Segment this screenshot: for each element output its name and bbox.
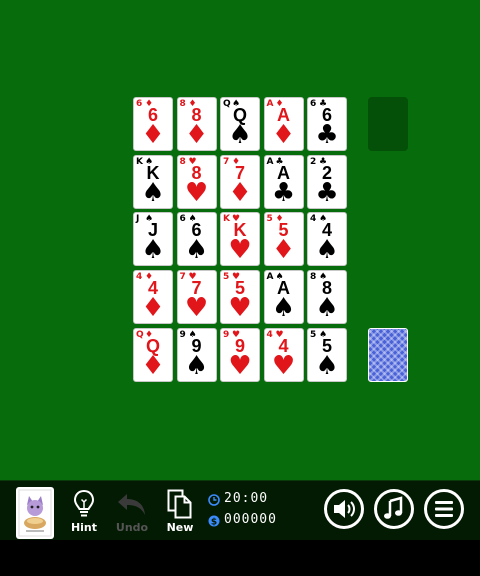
card-suit-icon: ♦ (141, 293, 165, 324)
card[interactable]: K ♠ K ♠ (133, 154, 173, 209)
mascot-card-icon[interactable] (16, 487, 54, 539)
card[interactable]: 5 ♦ 5 ♦ (263, 212, 304, 267)
undo-arrow-icon (118, 494, 145, 515)
card[interactable]: A ♣ A ♣ (263, 154, 304, 209)
card[interactable]: J ♠ J ♠ (133, 212, 173, 267)
speaker-icon (334, 500, 355, 518)
card-suit-icon: ♠ (315, 350, 339, 381)
hamburger-menu-icon (435, 501, 453, 517)
hint-label: Hint (70, 521, 98, 534)
card[interactable]: 4 ♦ 4 ♦ (133, 270, 173, 325)
hint-button[interactable]: Hint (64, 487, 104, 539)
timer-readout: 20:00 (224, 491, 269, 506)
music-button[interactable] (374, 489, 414, 529)
card[interactable]: K ♥ K ♥ (220, 212, 260, 267)
card-suit-icon: ♠ (315, 293, 339, 324)
card-suit-icon: ♠ (141, 235, 165, 266)
score-coin-icon: $ (208, 515, 220, 527)
card[interactable]: 4 ♠ 4 ♠ (307, 212, 347, 267)
toolbar: Hint Undo New 20:00 $ 000000 (0, 480, 480, 576)
card-suit-icon: ♦ (228, 177, 252, 208)
card-suit-icon: ♦ (271, 120, 296, 150)
card-suit-icon: ♥ (228, 235, 252, 266)
card[interactable]: 9 ♠ 9 ♠ (176, 327, 217, 382)
card-suit-icon: ♦ (271, 235, 296, 266)
card[interactable]: 7 ♦ 7 ♦ (220, 154, 260, 209)
card[interactable]: 5 ♥ 5 ♥ (220, 270, 260, 325)
card-suit-icon: ♠ (141, 177, 165, 208)
menu-button[interactable] (424, 489, 464, 529)
card-suit-icon: ♦ (141, 120, 165, 150)
card-suit-icon: ♣ (315, 177, 339, 208)
card[interactable]: 2 ♣ 2 ♣ (307, 154, 347, 209)
card-suit-icon: ♥ (184, 177, 209, 208)
card-suit-icon: ♠ (184, 235, 209, 266)
card-suit-icon: ♠ (271, 293, 296, 324)
card-suit-icon: ♠ (228, 120, 252, 150)
sound-button[interactable] (324, 489, 364, 529)
card[interactable]: Q ♦ Q ♦ (133, 327, 173, 382)
card[interactable]: 8 ♠ 8 ♠ (307, 270, 347, 325)
music-note-icon (384, 496, 403, 519)
undo-label: Undo (115, 521, 149, 534)
card[interactable]: 7 ♥ 7 ♥ (176, 270, 217, 325)
card[interactable]: 4 ♥ 4 ♥ (263, 327, 304, 382)
card[interactable]: 8 ♥ 8 ♥ (176, 154, 217, 209)
card[interactable]: 6 ♦ 6 ♦ (133, 97, 173, 151)
card[interactable]: A ♦ A ♦ (263, 97, 304, 151)
card[interactable]: A ♠ A ♠ (263, 270, 304, 325)
card-suit-icon: ♠ (315, 235, 339, 266)
svg-text:$: $ (211, 518, 217, 528)
empty-card-slot[interactable] (368, 97, 408, 151)
card-suit-icon: ♣ (315, 120, 339, 150)
undo-button[interactable]: Undo (112, 487, 152, 539)
stock-pile[interactable] (368, 328, 408, 382)
card-suit-icon: ♠ (184, 350, 209, 381)
card-suit-icon: ♦ (184, 120, 209, 150)
card[interactable]: 8 ♦ 8 ♦ (176, 97, 217, 151)
tableau-grid: 6 ♦ 6 ♦ 8 ♦ 8 ♦ Q ♠ Q ♠ A ♦ A ♦ 6 ♣ 6 ♣ K ♠ K ♠ 8 ♥ 8 ♥ 7 ♦ 7 ♦ A ♣ A ♣ 2 ♣ 2 ♣… (0, 0, 480, 480)
clock-icon (208, 494, 220, 506)
card[interactable]: 5 ♠ 5 ♠ (307, 327, 347, 382)
card[interactable]: Q ♠ Q ♠ (220, 97, 260, 151)
toolbar-panel: Hint Undo New 20:00 $ 000000 (0, 480, 480, 540)
new-label: New (166, 521, 194, 534)
card[interactable]: 9 ♥ 9 ♥ (220, 327, 260, 382)
card-suit-icon: ♦ (141, 350, 165, 381)
new-game-button[interactable]: New (160, 487, 200, 539)
card-suit-icon: ♥ (271, 350, 296, 381)
card-suit-icon: ♣ (271, 177, 296, 208)
card-suit-icon: ♥ (228, 293, 252, 324)
card-suit-icon: ♥ (184, 293, 209, 324)
new-document-icon (167, 489, 192, 519)
lightbulb-icon (73, 489, 95, 517)
card[interactable]: 6 ♣ 6 ♣ (307, 97, 347, 151)
score-readout: 000000 (224, 512, 277, 527)
card[interactable]: 6 ♠ 6 ♠ (176, 212, 217, 267)
card-suit-icon: ♥ (228, 350, 252, 381)
